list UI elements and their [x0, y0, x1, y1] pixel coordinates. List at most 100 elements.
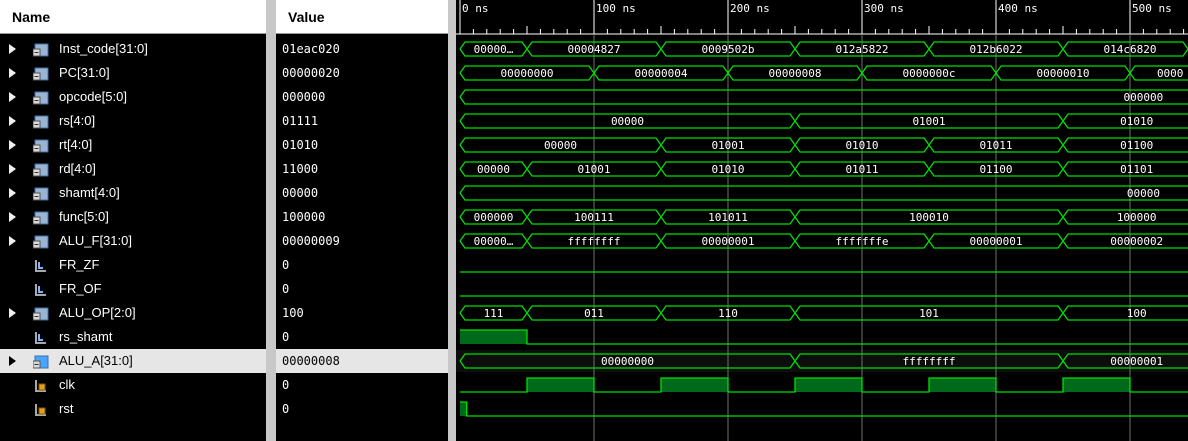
bus-value-label: 100 — [1127, 307, 1147, 320]
expand-arrow-icon[interactable] — [9, 236, 16, 246]
expand-arrow-icon[interactable] — [9, 44, 16, 54]
bus-value-label: 01010 — [1120, 115, 1153, 128]
waveform-pane[interactable]: 0 ns 100 ns 200 ns 300 ns 400 ns 500 ns 00000…… — [456, 0, 1188, 441]
value-row[interactable]: 00000009 — [276, 229, 448, 253]
value-row[interactable]: 00000008 — [276, 349, 448, 373]
signal-row[interactable]: rst — [0, 397, 266, 421]
value-row[interactable]: 0 — [276, 277, 448, 301]
expand-arrow-icon[interactable] — [9, 188, 16, 198]
bus-value-label: 01010 — [711, 163, 744, 176]
value-row[interactable]: 11000 — [276, 157, 448, 181]
value-row[interactable]: 100 — [276, 301, 448, 325]
high-level-fill — [661, 378, 728, 392]
signal-row[interactable]: ALU_A[31:0] — [0, 349, 266, 373]
bus-value-label: 0000 — [1157, 67, 1184, 80]
bus-value-label: 00000004 — [635, 67, 688, 80]
name-value-splitter[interactable] — [266, 0, 276, 441]
bus-value-label: fffffffe — [836, 235, 889, 248]
signal-value: 0 — [282, 402, 290, 416]
expand-arrow-icon[interactable] — [9, 308, 16, 318]
signal-row[interactable]: FR_OF — [0, 277, 266, 301]
high-level-fill — [460, 402, 467, 416]
bus-signal-icon — [32, 114, 49, 129]
expand-arrow-icon[interactable] — [9, 116, 16, 126]
bus-value-label: 100010 — [909, 211, 949, 224]
value-row[interactable]: 01eac020 — [276, 37, 448, 61]
signal-name-pane: Name Inst_code[31:0] PC[31:0] opcode[5:0] r… — [0, 0, 266, 441]
bit-waveform[interactable] — [460, 329, 1188, 345]
expand-arrow-icon[interactable] — [9, 212, 16, 222]
signal-row[interactable]: FR_ZF — [0, 253, 266, 277]
expand-arrow-icon[interactable] — [9, 68, 16, 78]
value-row[interactable]: 0 — [276, 373, 448, 397]
value-row[interactable]: 0 — [276, 253, 448, 277]
name-column-header[interactable]: Name — [0, 0, 266, 34]
value-row[interactable]: 00000020 — [276, 61, 448, 85]
bus-value-label: 00000000 — [501, 67, 554, 80]
bus-value-label: 00000002 — [1110, 235, 1163, 248]
bus-value-label: 00000… — [474, 43, 514, 56]
value-row[interactable]: 000000 — [276, 85, 448, 109]
bit-signal-icon — [33, 282, 49, 296]
signal-row[interactable]: ALU_OP[2:0] — [0, 301, 266, 325]
signal-value: 00000008 — [282, 354, 340, 368]
expand-arrow-icon[interactable] — [9, 140, 16, 150]
signal-row[interactable]: PC[31:0] — [0, 61, 266, 85]
value-wave-splitter[interactable] — [448, 0, 456, 441]
signal-row[interactable]: rt[4:0] — [0, 133, 266, 157]
bus-value-label: ffffffff — [903, 355, 956, 368]
bus-value-label: 100000 — [1117, 211, 1157, 224]
signal-name: rs_shamt — [59, 329, 113, 344]
value-column-header[interactable]: Value — [276, 0, 448, 34]
bus-value-label: 00000 — [477, 163, 510, 176]
value-row[interactable]: 01111 — [276, 109, 448, 133]
signal-row[interactable]: rs[4:0] — [0, 109, 266, 133]
time-ruler[interactable] — [456, 0, 1188, 34]
bus-value-label: 0009502b — [702, 43, 755, 56]
signal-row[interactable]: Inst_code[31:0] — [0, 37, 266, 61]
value-row[interactable]: 100000 — [276, 205, 448, 229]
signal-value: 0 — [282, 258, 290, 272]
high-level-fill — [527, 378, 594, 392]
bus-signal-icon — [32, 186, 49, 201]
signal-row[interactable]: ALU_F[31:0] — [0, 229, 266, 253]
signal-row[interactable]: func[5:0] — [0, 205, 266, 229]
bus-value-label: 00004827 — [568, 43, 621, 56]
signal-value: 0 — [282, 330, 290, 344]
ruler-label: 400 ns — [998, 2, 1038, 15]
value-row[interactable]: 01010 — [276, 133, 448, 157]
value-row[interactable]: 0 — [276, 325, 448, 349]
high-level-fill — [929, 378, 996, 392]
signal-value: 0 — [282, 378, 290, 392]
bus-segment[interactable] — [1062, 305, 1188, 321]
bus-value-label: 000000 — [1124, 91, 1164, 104]
bus-segment[interactable] — [459, 185, 1188, 201]
signal-name: FR_OF — [59, 281, 102, 296]
signal-row[interactable]: rs_shamt — [0, 325, 266, 349]
value-row[interactable]: 0 — [276, 397, 448, 421]
bit-waveform[interactable] — [460, 401, 1188, 417]
signal-name: opcode[5:0] — [59, 89, 127, 104]
signal-value: 00000009 — [282, 234, 340, 248]
high-level-fill — [1063, 378, 1130, 392]
high-level-fill — [795, 378, 862, 392]
bus-value-label: 01101 — [1120, 163, 1153, 176]
expand-arrow-icon[interactable] — [9, 92, 16, 102]
signal-value: 01111 — [282, 114, 319, 128]
bus-value-label: 00000000 — [601, 355, 654, 368]
bus-signal-icon — [32, 210, 49, 225]
expand-arrow-icon[interactable] — [9, 356, 16, 366]
signal-value: 000000 — [282, 90, 326, 104]
signal-row[interactable]: rd[4:0] — [0, 157, 266, 181]
value-row[interactable]: 00000 — [276, 181, 448, 205]
bus-value-label: 012a5822 — [836, 43, 889, 56]
bus-value-label: 01100 — [1120, 139, 1153, 152]
waveform-canvas[interactable]: 0 ns 100 ns 200 ns 300 ns 400 ns 500 ns 00000…… — [456, 0, 1188, 441]
signal-row[interactable]: shamt[4:0] — [0, 181, 266, 205]
bus-value-label: 01001 — [577, 163, 610, 176]
signal-row[interactable]: opcode[5:0] — [0, 85, 266, 109]
ruler-label: 300 ns — [864, 2, 904, 15]
expand-arrow-icon[interactable] — [9, 164, 16, 174]
signal-row[interactable]: clk — [0, 373, 266, 397]
bus-segment[interactable] — [459, 89, 1188, 105]
